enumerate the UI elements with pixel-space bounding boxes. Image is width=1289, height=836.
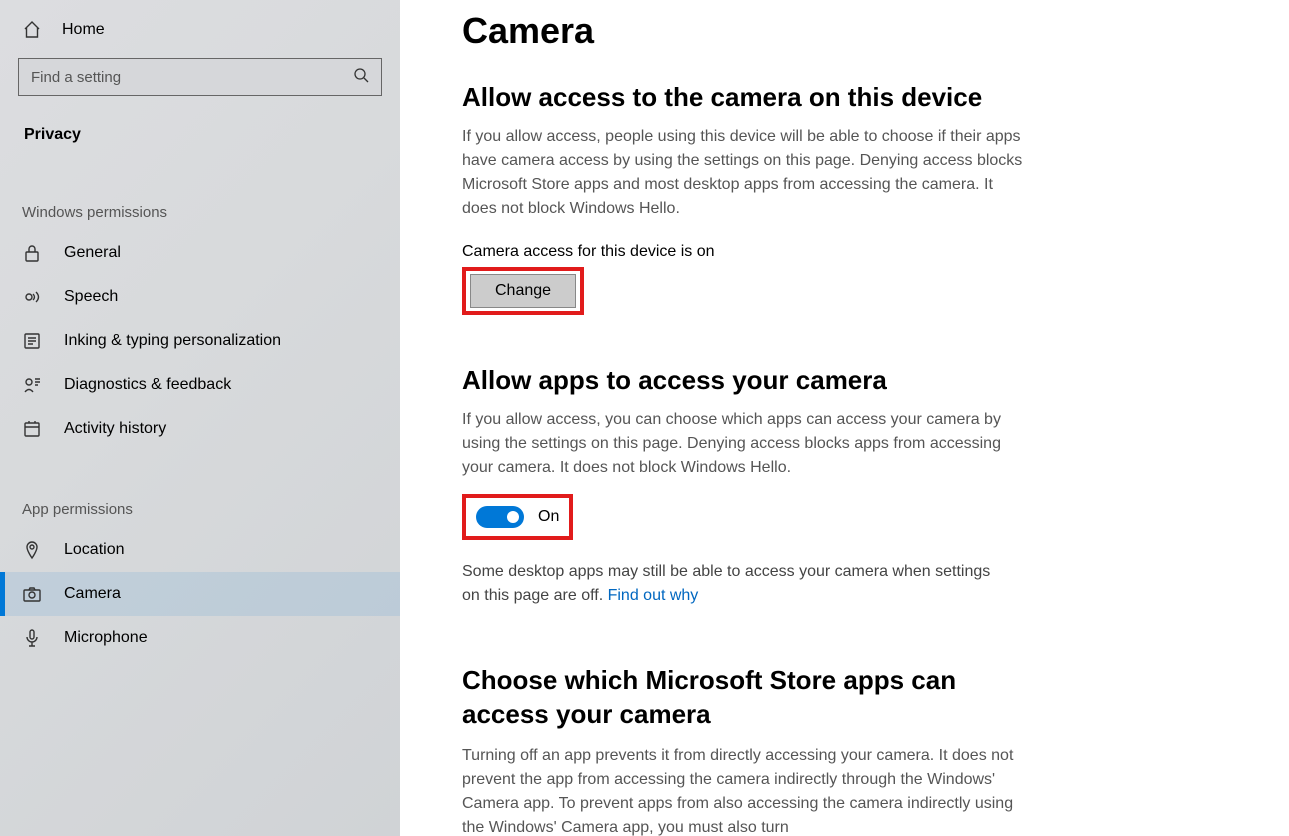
sidebar-section-app: App permissions [0, 451, 400, 528]
find-out-why-link[interactable]: Find out why [608, 587, 699, 604]
home-icon [22, 20, 44, 40]
sidebar-home[interactable]: Home [0, 12, 400, 50]
sidebar-item-camera[interactable]: Camera [0, 572, 400, 616]
search-icon [353, 67, 369, 87]
section1-heading: Allow access to the camera on this devic… [462, 82, 1249, 113]
sidebar-item-label: Activity history [64, 420, 166, 438]
sidebar-item-speech[interactable]: Speech [0, 275, 400, 319]
sidebar-item-diagnostics[interactable]: Diagnostics & feedback [0, 363, 400, 407]
section1-description: If you allow access, people using this d… [462, 125, 1027, 221]
main-content: Camera Allow access to the camera on thi… [400, 0, 1289, 836]
camera-access-toggle-row: On [476, 506, 559, 528]
toggle-highlight: On [462, 494, 573, 540]
inking-icon [22, 331, 44, 351]
section3-heading: Choose which Microsoft Store apps can ac… [462, 664, 1002, 732]
toggle-state-label: On [538, 508, 559, 526]
sidebar-item-label: Camera [64, 585, 121, 603]
location-icon [22, 540, 44, 560]
desktop-apps-note: Some desktop apps may still be able to a… [462, 560, 1012, 608]
search-input[interactable] [31, 69, 353, 86]
microphone-icon [22, 628, 44, 648]
camera-access-toggle[interactable] [476, 506, 524, 528]
section2-heading: Allow apps to access your camera [462, 365, 1249, 396]
feedback-icon [22, 375, 44, 395]
sidebar-item-location[interactable]: Location [0, 528, 400, 572]
sidebar: Home Privacy Windows permissions General [0, 0, 400, 836]
sidebar-item-inking[interactable]: Inking & typing personalization [0, 319, 400, 363]
section2-description: If you allow access, you can choose whic… [462, 408, 1027, 480]
sidebar-item-label: Speech [64, 288, 118, 306]
sidebar-item-label: General [64, 244, 121, 262]
desktop-apps-note-text: Some desktop apps may still be able to a… [462, 563, 990, 604]
sidebar-item-label: Microphone [64, 629, 148, 647]
sidebar-section-windows: Windows permissions [0, 154, 400, 231]
search-container [0, 50, 400, 106]
sidebar-category: Privacy [0, 106, 400, 154]
sidebar-item-activity[interactable]: Activity history [0, 407, 400, 451]
sidebar-item-label: Inking & typing personalization [64, 332, 281, 350]
camera-access-status: Camera access for this device is on [462, 243, 1249, 261]
sidebar-item-label: Diagnostics & feedback [64, 376, 231, 394]
sidebar-item-microphone[interactable]: Microphone [0, 616, 400, 660]
speech-icon [22, 287, 44, 307]
lock-icon [22, 243, 44, 263]
page-title: Camera [462, 10, 1249, 52]
change-highlight: Change [462, 267, 584, 315]
sidebar-home-label: Home [62, 21, 105, 39]
sidebar-item-label: Location [64, 541, 125, 559]
change-button[interactable]: Change [470, 274, 576, 308]
sidebar-item-general[interactable]: General [0, 231, 400, 275]
search-input-box[interactable] [18, 58, 382, 96]
activity-icon [22, 419, 44, 439]
camera-icon [22, 584, 44, 604]
section3-description: Turning off an app prevents it from dire… [462, 744, 1027, 836]
